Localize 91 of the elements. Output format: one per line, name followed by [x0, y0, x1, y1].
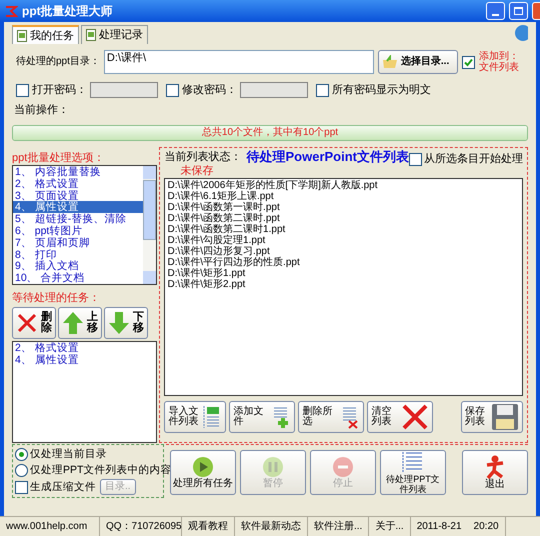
stop-icon	[332, 456, 354, 478]
option-item[interactable]: 2、 格式设置	[13, 178, 144, 190]
status-bar-cell[interactable]: 观看教程	[182, 517, 235, 536]
radio-button[interactable]	[15, 464, 28, 476]
option-item[interactable]: 6、 ppt转图片	[13, 224, 144, 237]
password-field[interactable]	[240, 82, 308, 98]
help-icon[interactable]	[514, 24, 528, 42]
list-status-label: 当前列表状态：	[164, 150, 242, 164]
checkbox[interactable]	[16, 84, 29, 96]
scrollbar[interactable]	[143, 166, 156, 284]
password-field[interactable]	[90, 82, 158, 98]
option-item[interactable]: 8、 打印	[13, 248, 144, 260]
play-icon	[192, 456, 214, 478]
task-button[interactable]: 上 移	[58, 307, 102, 339]
checkbox-label: 所有密码显示为明文	[332, 83, 431, 97]
status-bar-cell[interactable]: 软件最新动态	[235, 517, 308, 536]
task-button[interactable]: 删 除	[12, 307, 56, 339]
status-bar-cell-text: 2011-8-21	[416, 520, 463, 534]
close-button[interactable]	[532, 2, 540, 20]
status-bar-cell[interactable]: 软件注册...	[308, 517, 370, 536]
current-operation-label: 当前操作：	[14, 103, 70, 117]
app-icon	[4, 4, 18, 18]
file-item[interactable]: D:\课件\矩形1.ppt	[167, 268, 520, 279]
checkbox[interactable]	[166, 84, 179, 96]
option-item[interactable]: 9、 插入文档	[13, 260, 144, 272]
down-arrow-icon	[108, 311, 130, 335]
task-button[interactable]: 下 移	[104, 307, 148, 339]
progress-text: 总共10个文件，其中有10个ppt	[200, 126, 340, 140]
action-button[interactable]: 处理所有任务	[170, 450, 236, 495]
radio-label: 仅处理PPT文件列表中的内容	[30, 463, 172, 477]
list-status: 未保存	[180, 164, 214, 178]
file-item[interactable]: D:\课件\勾股定理1.ppt	[167, 235, 520, 246]
action-button[interactable]: 退出	[462, 450, 528, 495]
list-button[interactable]: 导入文件列表	[164, 401, 226, 433]
file-item[interactable]: D:\课件\平行四边形的性质.ppt	[167, 257, 520, 268]
checkbox-label: 打开密码：	[32, 83, 87, 97]
status-bar-cell: www.001help.com	[0, 517, 100, 536]
file-item[interactable]: D:\课件\四边形复习.ppt	[167, 246, 520, 257]
file-item[interactable]: D:\课件\6.1矩形上课.ppt	[167, 191, 520, 202]
list-button[interactable]: 删除所选	[298, 401, 364, 433]
file-item[interactable]: D:\课件\矩形2.ppt	[167, 279, 520, 290]
checkbox-label: 从所选条目开始处理	[424, 152, 523, 166]
tab[interactable]: 处理记录	[81, 25, 148, 44]
radio-button[interactable]	[15, 448, 28, 460]
status-bar-cell: QQ：710726095	[100, 517, 182, 536]
close-icon	[401, 403, 430, 431]
option-item[interactable]: 7、 页眉和页脚	[13, 236, 144, 249]
checkbox[interactable]	[462, 56, 475, 68]
action-button[interactable]: 待处理PPT文件列表	[380, 450, 446, 495]
status-bar-cell: 20:20	[468, 517, 506, 536]
document-icon	[86, 29, 96, 41]
folder-icon	[382, 55, 398, 69]
options-title: ppt批量处理选项：	[12, 151, 106, 165]
list-button[interactable]: 保存列表	[461, 401, 523, 433]
task-item[interactable]: 4、 属性设置	[13, 354, 156, 366]
option-item[interactable]: 10、 合并文档	[13, 272, 144, 284]
add-to-label: 文件列表	[478, 62, 519, 73]
checkbox[interactable]	[316, 84, 329, 96]
path-label: 待处理的ppt目录：	[16, 55, 100, 69]
file-list-title: 待处理PowerPoint文件列表	[246, 150, 409, 164]
file-item[interactable]: D:\课件\2006年矩形的性质[下学期]新人教版.ppt	[167, 180, 520, 191]
file-item[interactable]: D:\课件\函数第二课时.ppt	[167, 213, 520, 224]
tab[interactable]: 我的任务	[12, 25, 79, 44]
maximize-button[interactable]	[509, 2, 528, 20]
option-item[interactable]: 1、 内容批量替换	[13, 166, 144, 178]
pause-icon	[262, 456, 284, 478]
running-figure-icon	[484, 455, 506, 479]
document-icon	[17, 30, 27, 42]
file-item[interactable]: D:\课件\函数第二课时1.ppt	[167, 224, 520, 235]
window-title: ppt批量处理大师	[22, 4, 113, 18]
status-bar-cell[interactable]: 关于...	[369, 517, 411, 536]
option-item[interactable]: 3、 页面设置	[13, 190, 144, 202]
task-item[interactable]: 2、 格式设置	[13, 342, 156, 354]
remove-file-icon	[340, 405, 360, 429]
up-arrow-icon	[62, 311, 84, 335]
checkbox[interactable]	[15, 480, 28, 494]
close-icon	[16, 312, 38, 334]
option-item[interactable]: 4、 属性设置	[13, 201, 144, 214]
checkbox[interactable]	[409, 152, 422, 166]
radio-label: 仅处理当前目录	[30, 447, 107, 461]
list-button[interactable]: 添加文件	[229, 401, 296, 433]
browse-button[interactable]: 选择目录...	[378, 50, 458, 74]
add-to-label: 添加到：	[478, 51, 519, 62]
list-button[interactable]: 清空列表	[367, 401, 434, 433]
checkbox-label: 生成压缩文件	[30, 480, 96, 494]
checkbox-label: 修改密码：	[182, 83, 237, 97]
minimize-button[interactable]	[486, 2, 505, 20]
file-item[interactable]: D:\课件\函数第一课时.ppt	[167, 202, 520, 213]
option-item[interactable]: 5、 超链接-替换、清除	[13, 213, 144, 225]
pending-title: 等待处理的任务：	[12, 291, 101, 305]
path-field[interactable]: D:\课件\	[104, 50, 374, 74]
